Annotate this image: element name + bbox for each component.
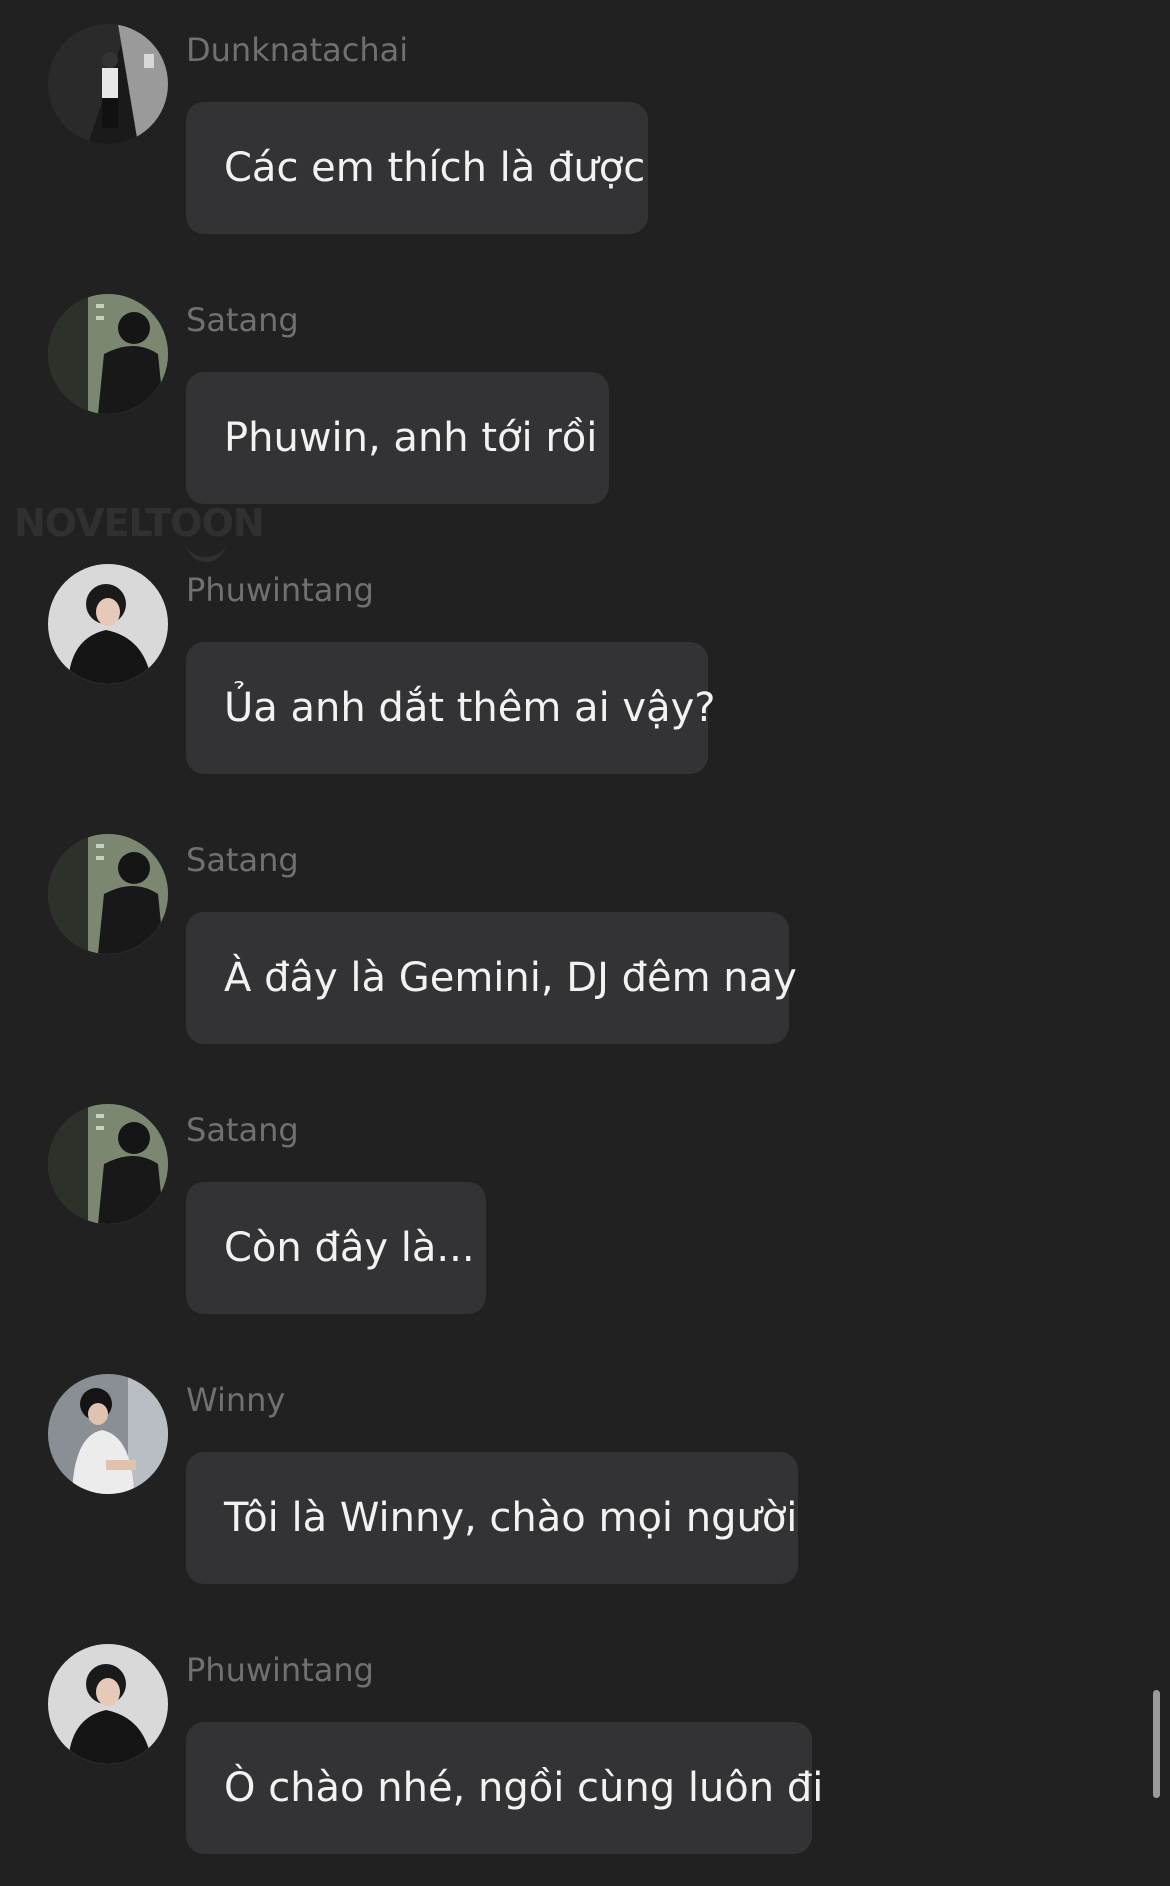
chat-message: Satang Còn đây là... — [0, 1104, 1170, 1316]
satang-avatar-image — [48, 834, 168, 954]
scrollbar-thumb[interactable] — [1153, 1690, 1160, 1798]
message-text: Còn đây là... — [224, 1225, 475, 1271]
noveltoon-watermark: NOVELTOON — [14, 501, 265, 563]
message-bubble[interactable]: Phuwin, anh tới rồi — [186, 372, 609, 504]
message-bubble[interactable]: Còn đây là... — [186, 1182, 486, 1314]
chat-message: Dunknatachai Các em thích là được — [0, 24, 1170, 236]
sender-name: Satang — [186, 301, 299, 339]
message-text: Tôi là Winny, chào mọi người — [224, 1495, 798, 1541]
dunknatachai-avatar-image — [48, 24, 168, 144]
chat-message: Satang Phuwin, anh tới rồi — [0, 294, 1170, 506]
message-bubble[interactable]: Ò chào nhé, ngồi cùng luôn đi — [186, 1722, 823, 1854]
avatar[interactable] — [48, 1374, 168, 1494]
chat-message: Phuwintang Ò chào nhé, ngồi cùng luôn đi — [0, 1644, 1170, 1856]
avatar[interactable] — [48, 294, 168, 414]
phuwintang-avatar-image — [48, 1644, 168, 1764]
message-text: Phuwin, anh tới rồi — [224, 415, 598, 461]
winny-avatar-image — [48, 1374, 168, 1494]
avatar[interactable] — [48, 564, 168, 684]
avatar[interactable] — [48, 24, 168, 144]
sender-name: Dunknatachai — [186, 31, 409, 69]
message-bubble[interactable]: Ủa anh dắt thêm ai vậy? — [186, 642, 715, 774]
sender-name: Phuwintang — [186, 571, 374, 609]
message-text: Ò chào nhé, ngồi cùng luôn đi — [224, 1765, 824, 1811]
message-bubble[interactable]: Các em thích là được — [186, 102, 648, 234]
message-text: À đây là Gemini, DJ đêm nay — [224, 955, 797, 1001]
message-bubble[interactable]: À đây là Gemini, DJ đêm nay — [186, 912, 797, 1044]
message-text: Ủa anh dắt thêm ai vậy? — [224, 685, 716, 731]
message-text: Các em thích là được — [224, 145, 646, 191]
avatar[interactable] — [48, 1104, 168, 1224]
watermark-text: NOVELTOON — [14, 501, 265, 545]
chat-message: Satang À đây là Gemini, DJ đêm nay — [0, 834, 1170, 1046]
sender-name: Satang — [186, 841, 299, 879]
chat-message: Winny Tôi là Winny, chào mọi người — [0, 1374, 1170, 1586]
watermark-smile-icon — [186, 541, 226, 562]
message-bubble[interactable]: Tôi là Winny, chào mọi người — [186, 1452, 798, 1584]
satang-avatar-image — [48, 1104, 168, 1224]
sender-name: Winny — [186, 1381, 286, 1419]
avatar[interactable] — [48, 1644, 168, 1764]
chat-message: Phuwintang Ủa anh dắt thêm ai vậy? — [0, 564, 1170, 776]
avatar[interactable] — [48, 834, 168, 954]
sender-name: Phuwintang — [186, 1651, 374, 1689]
sender-name: Satang — [186, 1111, 299, 1149]
phuwintang-avatar-image — [48, 564, 168, 684]
satang-avatar-image — [48, 294, 168, 414]
